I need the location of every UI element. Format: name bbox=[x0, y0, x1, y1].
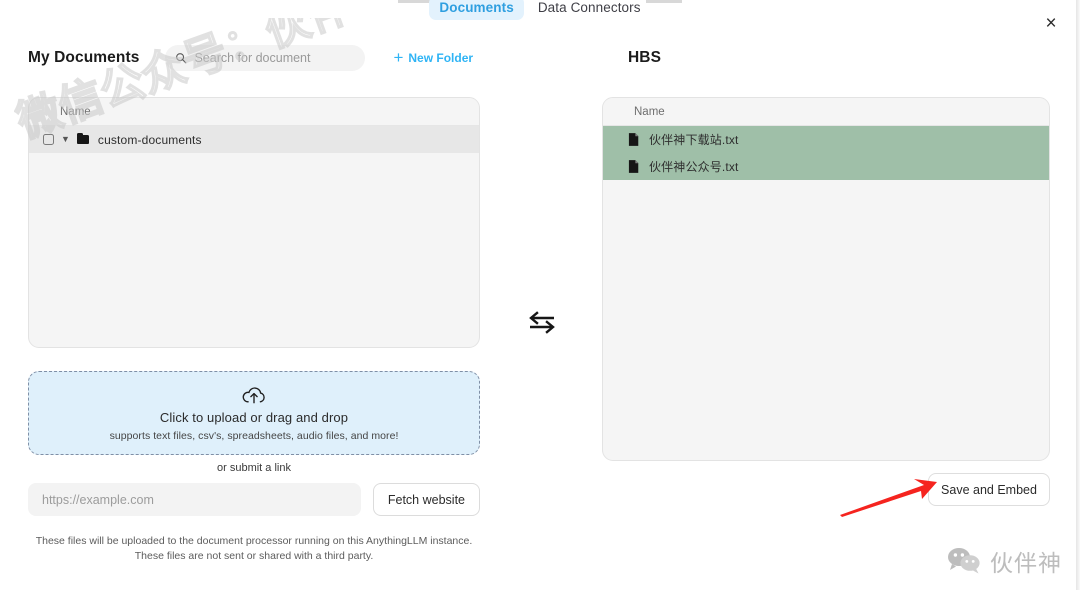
disclaimer-line-2: These files are not sent or shared with … bbox=[134, 550, 374, 563]
new-folder-label: New Folder bbox=[408, 51, 474, 65]
search-icon bbox=[176, 53, 187, 64]
window-chrome-right bbox=[646, 0, 682, 3]
folder-icon bbox=[76, 132, 89, 144]
save-and-embed-button[interactable]: Save and Embed bbox=[928, 473, 1050, 506]
upload-title: Click to upload or drag and drop bbox=[159, 409, 349, 425]
link-submit-row: Fetch website bbox=[28, 483, 480, 516]
watermark-brand-text: 伙伴神 bbox=[990, 551, 1062, 577]
left-pane-header: My Documents + New Folder bbox=[28, 40, 480, 76]
wechat-icon bbox=[948, 548, 980, 574]
close-icon[interactable]: × bbox=[1036, 8, 1066, 38]
transfer-arrows-button[interactable] bbox=[522, 305, 562, 339]
plus-icon: + bbox=[393, 48, 404, 67]
table-row[interactable]: 伙伴神公众号.txt bbox=[603, 153, 1049, 180]
workspace-title: HBS bbox=[628, 49, 662, 66]
cloud-upload-icon bbox=[242, 386, 265, 403]
my-documents-file-list[interactable]: Name ▼ custom-documents bbox=[28, 97, 480, 348]
my-documents-pane: My Documents + New Folder Name ▼ custom-… bbox=[28, 40, 480, 348]
upload-subtitle: supports text files, csv's, spreadsheets… bbox=[109, 429, 399, 442]
annotation-arrow-icon bbox=[840, 479, 937, 517]
left-column-header-name: Name bbox=[29, 98, 479, 126]
watermark-brand: 伙伴神 bbox=[947, 544, 1062, 578]
search-box[interactable] bbox=[165, 45, 366, 71]
tab-bar: Documents Data Connectors bbox=[429, 0, 646, 24]
fetch-website-button[interactable]: Fetch website bbox=[372, 483, 480, 516]
folder-name-label: custom-documents bbox=[97, 132, 202, 147]
transfer-arrows-icon bbox=[529, 311, 555, 334]
tab-documents[interactable]: Documents bbox=[429, 0, 524, 20]
new-folder-button[interactable]: + New Folder bbox=[393, 48, 474, 67]
url-input[interactable] bbox=[28, 483, 361, 516]
page-title: My Documents bbox=[28, 49, 140, 66]
workspace-pane: HBS Name 伙伴神下载站.txt 伙伴神公众号.txt bbox=[602, 40, 1050, 461]
document-icon bbox=[628, 133, 639, 146]
chevron-down-icon[interactable]: ▼ bbox=[61, 135, 70, 144]
table-row[interactable]: ▼ custom-documents bbox=[29, 126, 479, 153]
document-icon bbox=[628, 160, 639, 173]
disclaimer-text: These files will be uploaded to the docu… bbox=[28, 534, 480, 564]
search-input[interactable] bbox=[194, 51, 356, 65]
file-name-label: 伙伴神公众号.txt bbox=[649, 160, 739, 174]
workspace-file-list[interactable]: Name 伙伴神下载站.txt 伙伴神公众号.txt bbox=[602, 97, 1050, 461]
right-column-header-name: Name bbox=[603, 98, 1049, 126]
right-pane-header: HBS bbox=[602, 40, 1050, 76]
table-row[interactable]: 伙伴神下载站.txt bbox=[603, 126, 1049, 153]
row-checkbox[interactable] bbox=[43, 134, 54, 145]
disclaimer-line-1: These files will be uploaded to the docu… bbox=[35, 535, 473, 547]
upload-dropzone[interactable]: Click to upload or drag and drop support… bbox=[28, 371, 480, 455]
tab-data-connectors[interactable]: Data Connectors bbox=[528, 0, 651, 20]
file-name-label: 伙伴神下载站.txt bbox=[649, 133, 739, 147]
window-right-edge bbox=[1076, 0, 1080, 590]
or-submit-link-label: or submit a link bbox=[217, 462, 291, 474]
